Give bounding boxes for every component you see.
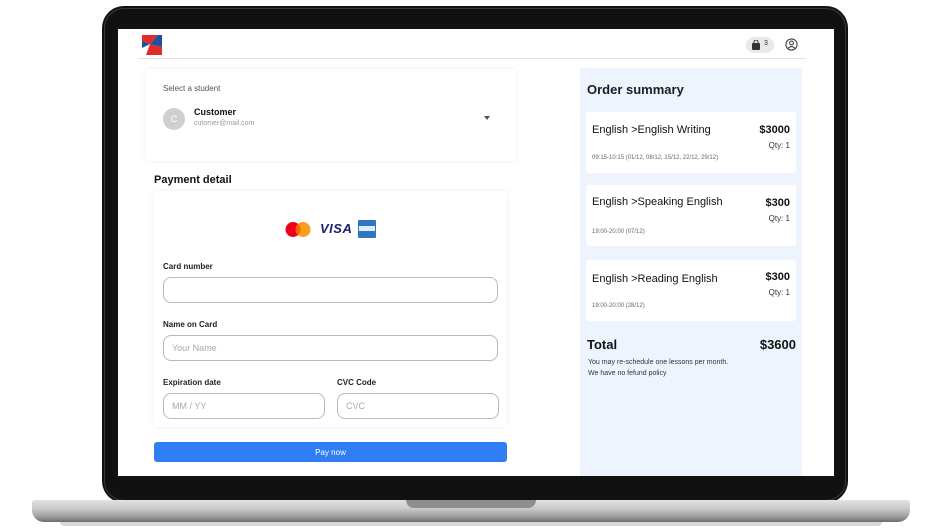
reschedule-note: You may re-schedule one lessons per mont… bbox=[588, 359, 729, 366]
logo-icon[interactable] bbox=[140, 33, 164, 56]
laptop-shadow bbox=[60, 522, 882, 526]
cvc-code-input[interactable] bbox=[337, 393, 499, 419]
card-number-input[interactable] bbox=[163, 277, 498, 303]
order-item: English >English Writing $3000 Qty: 1 09… bbox=[586, 112, 796, 173]
payment-detail-title: Payment detail bbox=[154, 174, 232, 186]
order-item-qty: Qty: 1 bbox=[768, 214, 790, 223]
order-summary-panel: Order summary English >English Writing $… bbox=[580, 68, 802, 476]
order-item-title: English >Speaking English bbox=[592, 196, 723, 208]
cvc-code-label: CVC Code bbox=[337, 378, 377, 387]
pay-now-button[interactable]: Pay now bbox=[154, 442, 507, 462]
cart-count-badge: 3 bbox=[764, 40, 768, 47]
name-on-card-input[interactable] bbox=[163, 335, 498, 361]
chevron-down-icon[interactable] bbox=[484, 116, 490, 120]
customer-name: Customer bbox=[194, 107, 237, 117]
order-item-title: English >English Writing bbox=[592, 124, 711, 136]
order-item-title: English >Reading English bbox=[592, 273, 718, 285]
student-select-label: Select a student bbox=[163, 84, 221, 93]
payment-form: VISA Card number Name on Card Expiration… bbox=[154, 191, 507, 427]
avatar: C bbox=[163, 108, 185, 130]
user-circle-icon[interactable] bbox=[785, 38, 798, 51]
order-item: English >Speaking English $300 Qty: 1 19… bbox=[586, 185, 796, 246]
order-item-price: $3000 bbox=[759, 124, 790, 136]
order-item-qty: Qty: 1 bbox=[768, 288, 790, 297]
amex-icon bbox=[358, 220, 376, 238]
total-label: Total bbox=[587, 337, 618, 352]
top-bar: 3 bbox=[138, 29, 806, 59]
order-item-price: $300 bbox=[765, 197, 790, 209]
total-value: $3600 bbox=[759, 337, 796, 352]
order-item-time: 19:00-20:00 (28/12) bbox=[592, 303, 645, 309]
refund-note: We have no fefund policy bbox=[588, 370, 667, 377]
card-number-label: Card number bbox=[163, 262, 213, 271]
mastercard-icon bbox=[285, 222, 311, 237]
order-item: English >Reading English $300 Qty: 1 19:… bbox=[586, 260, 796, 321]
order-item-qty: Qty: 1 bbox=[768, 141, 790, 150]
expiration-date-label: Expiration date bbox=[163, 378, 221, 387]
app-screen: 3 Select a student C Customer cutomer@ma… bbox=[118, 29, 834, 476]
laptop-notch bbox=[406, 500, 536, 508]
student-select[interactable]: Select a student C Customer cutomer@mail… bbox=[146, 69, 516, 161]
order-summary-title: Order summary bbox=[587, 82, 684, 97]
name-on-card-label: Name on Card bbox=[163, 320, 218, 329]
cart-button[interactable]: 3 bbox=[746, 37, 774, 53]
order-item-price: $300 bbox=[765, 271, 790, 283]
expiration-date-input[interactable] bbox=[163, 393, 325, 419]
order-item-time: 09:15-10:15 (01/12, 08/12, 15/12, 22/12,… bbox=[592, 155, 719, 161]
order-item-time: 19:00-20:00 (07/12) bbox=[592, 229, 645, 235]
shopping-bag-icon bbox=[752, 40, 760, 50]
customer-email: cutomer@mail.com bbox=[194, 120, 255, 127]
visa-logo: VISA bbox=[320, 221, 353, 236]
